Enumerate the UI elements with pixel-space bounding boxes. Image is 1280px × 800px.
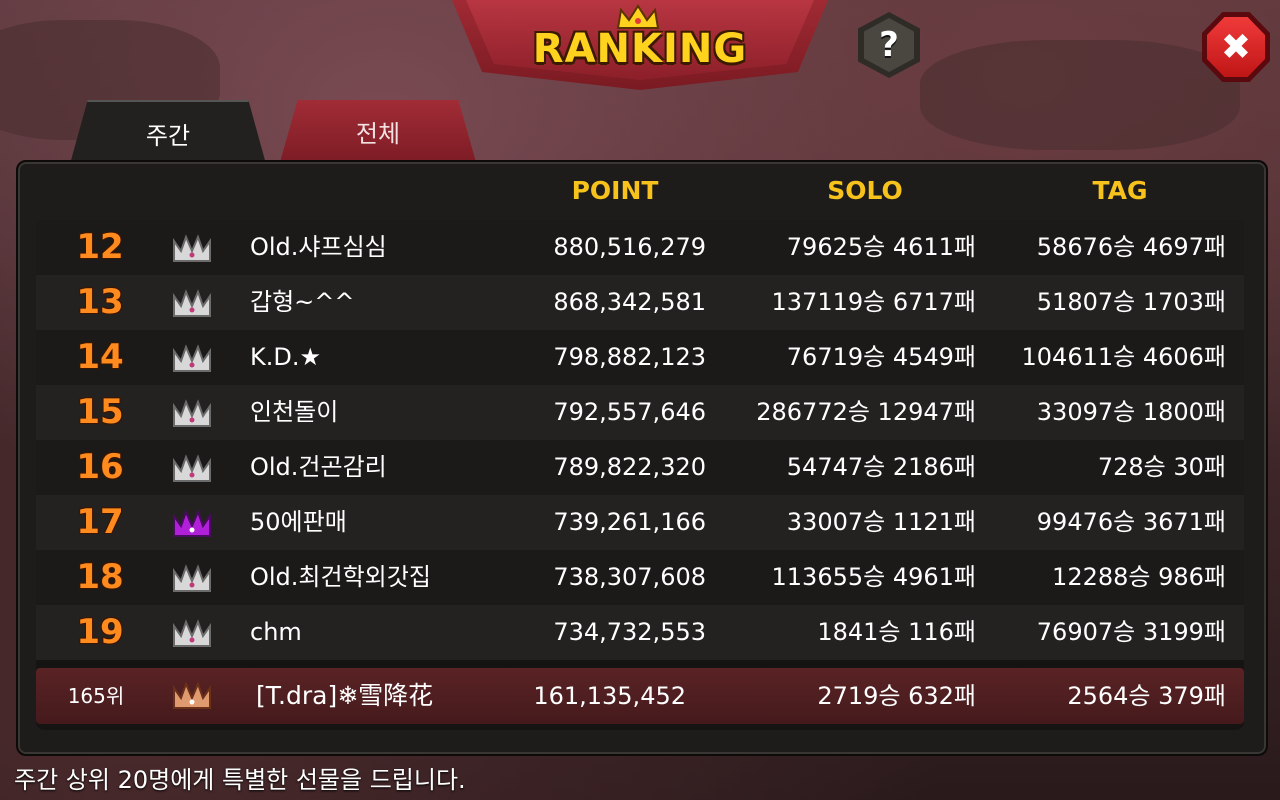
tab-weekly[interactable]: 주간 <box>70 100 266 164</box>
silver-crown-icon <box>173 454 211 482</box>
ranking-row[interactable]: 18 Old.최건학외갓집 738,307,608 113655승 4961패 … <box>36 550 1244 605</box>
player-point: 734,732,553 <box>553 618 706 646</box>
ranking-row[interactable]: 13 갑형~^^ 868,342,581 137119승 6717패 51807… <box>36 275 1244 330</box>
column-header-solo: SOLO <box>827 176 903 205</box>
rank-number: 16 <box>76 447 124 487</box>
player-tag-record: 99476승 3671패 <box>1036 508 1226 536</box>
silver-crown-icon <box>173 234 211 262</box>
player-solo-record: 137119승 6717패 <box>771 288 976 316</box>
player-tag-record: 12288승 986패 <box>1052 563 1226 591</box>
player-solo-record: 54747승 2186패 <box>786 453 976 481</box>
rank-number: 18 <box>76 557 124 597</box>
player-solo-record: 113655승 4961패 <box>771 563 976 591</box>
tab-all[interactable]: 전체 <box>280 100 476 162</box>
player-tag-record: 58676승 4697패 <box>1036 233 1226 261</box>
silver-crown-icon <box>173 619 211 647</box>
bronze-crown-icon <box>173 681 211 709</box>
rank-number: 15 <box>76 392 124 432</box>
player-point: 792,557,646 <box>553 398 706 426</box>
silver-crown-icon <box>173 564 211 592</box>
my-rank: 165위 <box>67 684 125 708</box>
silver-crown-icon <box>173 344 211 372</box>
rank-number: 12 <box>76 227 124 267</box>
player-tag-record: 104611승 4606패 <box>1021 343 1226 371</box>
ranking-row[interactable]: 12 Old.샤프심심 880,516,279 79625승 4611패 586… <box>36 220 1244 275</box>
player-tag-record: 51807승 1703패 <box>1036 288 1226 316</box>
player-point: 739,261,166 <box>553 508 706 536</box>
rank-number: 17 <box>76 502 124 542</box>
player-tag-record: 33097승 1800패 <box>1036 398 1226 426</box>
silver-crown-icon <box>173 289 211 317</box>
ranking-row[interactable]: 19 chm 734,732,553 1841승 116패 76907승 319… <box>36 605 1244 660</box>
player-solo-record: 79625승 4611패 <box>786 233 976 261</box>
player-solo-record: 76719승 4549패 <box>786 343 976 371</box>
player-tag-record: 728승 30패 <box>1097 453 1226 481</box>
footer-notice: 주간 상위 20명에게 특별한 선물을 드립니다. <box>14 766 466 794</box>
ranking-list[interactable]: 12 Old.샤프심심 880,516,279 79625승 4611패 586… <box>36 220 1244 730</box>
player-point: 868,342,581 <box>553 288 706 316</box>
my-ranking-row[interactable]: 165위 [T.dra]❄雪降花 161,135,452 2719승 632패 … <box>36 668 1244 724</box>
tab-all-label: 전체 <box>355 119 401 148</box>
player-tag-record: 76907승 3199패 <box>1036 618 1226 646</box>
rank-number: 13 <box>76 282 124 322</box>
player-point: 798,882,123 <box>553 343 706 371</box>
column-header-point: POINT <box>571 176 659 205</box>
player-solo-record: 1841승 116패 <box>817 618 976 646</box>
my-solo-record: 2719승 632패 <box>817 682 976 710</box>
ranking-row[interactable]: 15 인천돌이 792,557,646 286772승 12947패 33097… <box>36 385 1244 440</box>
column-header-tag: TAG <box>1092 176 1148 205</box>
rank-number: 19 <box>76 612 124 652</box>
ranking-row[interactable]: 16 Old.건곤감리 789,822,320 54747승 2186패 728… <box>36 440 1244 495</box>
close-icon: ✖ <box>1207 17 1265 77</box>
my-tag-record: 2564승 379패 <box>1067 682 1226 710</box>
ranking-row[interactable]: 14 K.D.★ 798,882,123 76719승 4549패 104611… <box>36 330 1244 385</box>
page-title: RANKING <box>532 26 748 72</box>
ranking-row[interactable]: 17 50에판매 739,261,166 33007승 1121패 99476승… <box>36 495 1244 550</box>
purple-crown-icon <box>173 509 211 537</box>
player-solo-record: 286772승 12947패 <box>756 398 976 426</box>
player-point: 880,516,279 <box>553 233 706 261</box>
rank-number: 14 <box>76 337 124 377</box>
tab-weekly-label: 주간 <box>145 121 191 150</box>
help-button[interactable]: ? <box>858 12 920 78</box>
question-icon: ? <box>864 18 914 72</box>
my-point: 161,135,452 <box>533 682 686 710</box>
player-solo-record: 33007승 1121패 <box>786 508 976 536</box>
player-point: 738,307,608 <box>553 563 706 591</box>
background-rock <box>920 40 1240 150</box>
silver-crown-icon <box>173 399 211 427</box>
player-point: 789,822,320 <box>553 453 706 481</box>
